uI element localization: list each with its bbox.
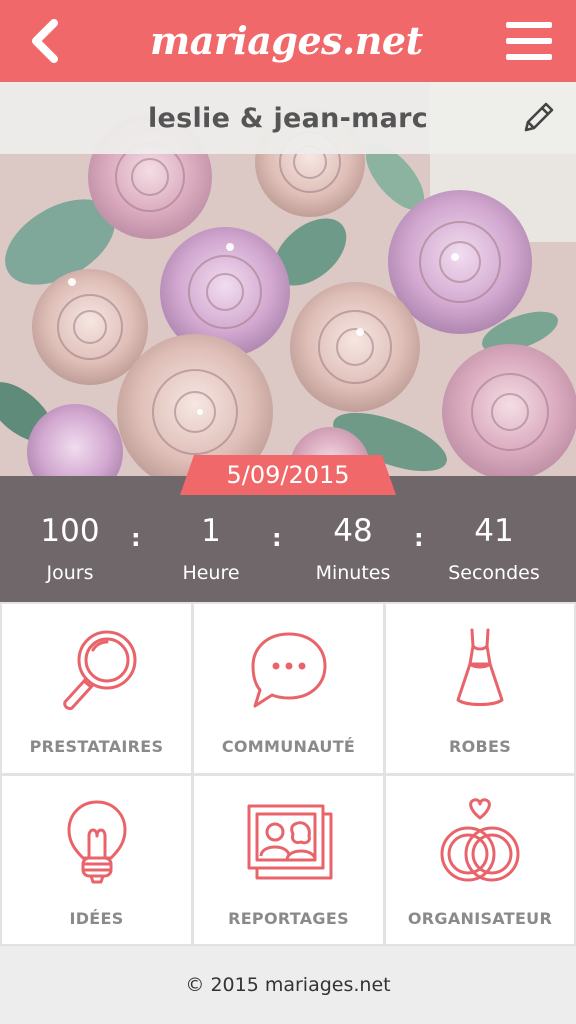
countdown-separator: : [272,524,282,552]
countdown-hours: 1 Heure [141,512,281,584]
countdown-days-label: Jours [46,562,94,584]
chevron-left-icon [32,19,58,63]
tile-label: IDÉES [69,909,124,928]
couple-names-bar: leslie & jean-marc [0,82,576,154]
tile-label: PRESTATAIRES [29,737,164,756]
copyright-text: © 2015 mariages.net [185,974,391,996]
hero-photo: leslie & jean-marc [0,82,576,476]
countdown-hours-value: 1 [201,513,221,549]
photo-album-icon [247,804,332,880]
brand-name: mariages.net [150,17,423,63]
countdown-hours-label: Heure [182,562,240,584]
tile-organisateur[interactable]: ORGANISATEUR [386,776,574,944]
couple-names: leslie & jean-marc [147,102,429,134]
countdown-separator: : [131,524,141,552]
pencil-icon [524,102,554,132]
countdown-seconds: 41 Secondes [424,512,564,584]
wedding-date-ribbon: 5/09/2015 [180,455,396,495]
countdown-seconds-value: 41 [474,513,514,549]
tile-label: ROBES [448,737,512,756]
tile-robes[interactable]: ROBES [386,604,574,773]
tile-label: REPORTAGES [228,909,349,928]
brand-logo[interactable]: mariages.net [148,8,423,72]
tile-prestataires[interactable]: PRESTATAIRES [2,604,191,773]
countdown-separator: : [414,524,424,552]
magnifier-icon [62,630,136,710]
dress-icon [456,628,504,706]
wedding-date: 5/09/2015 [226,461,350,489]
countdown-days-value: 100 [40,513,100,549]
lightbulb-icon [67,800,126,884]
tile-communaute[interactable]: COMMUNAUTÉ [194,604,383,773]
tile-idees[interactable]: IDÉES [2,776,191,944]
countdown-minutes-label: Minutes [315,562,391,584]
tile-reportages[interactable]: REPORTAGES [194,776,383,944]
chat-bubble-icon [251,632,326,708]
tile-label: ORGANISATEUR [407,909,553,928]
edit-names-button[interactable] [520,98,558,136]
menu-grid: PRESTATAIRES COMMUNAUTÉ ROBES IDÉES REPO… [0,602,576,946]
countdown-days: 100 Jours [0,512,140,584]
back-button[interactable] [20,14,70,68]
countdown-seconds-label: Secondes [448,562,540,584]
wedding-rings-icon [440,798,520,882]
menu-button[interactable] [504,18,554,64]
countdown-minutes: 48 Minutes [283,512,423,584]
tile-label: COMMUNAUTÉ [221,737,356,756]
app-header: mariages.net [0,0,576,82]
footer: © 2015 mariages.net [0,946,576,1024]
countdown-minutes-value: 48 [333,513,373,549]
hamburger-menu-icon [506,22,552,28]
